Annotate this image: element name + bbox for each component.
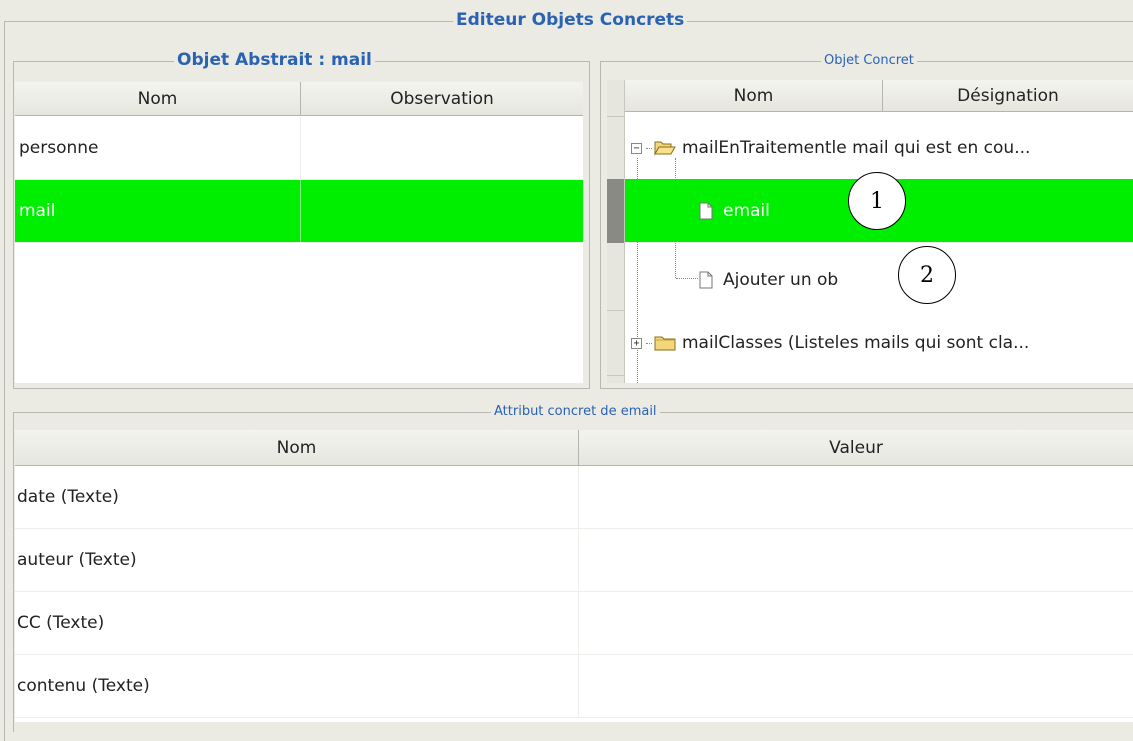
column-header-designation[interactable]: Désignation <box>883 80 1133 111</box>
table-row[interactable]: date (Texte) <box>15 466 1133 529</box>
concrete-table-header: Nom Désignation <box>625 80 1133 112</box>
cell-nom: personne <box>15 117 301 179</box>
cell-observation <box>301 117 583 179</box>
tree-node-add-object[interactable]: Ajouter un ob <box>699 265 838 295</box>
document-icon <box>699 271 713 289</box>
table-row-selected[interactable]: mail <box>15 180 583 243</box>
cell-nom: CC (Texte) <box>15 592 579 654</box>
column-header-valeur[interactable]: Valeur <box>579 430 1133 465</box>
abstract-panel-title: Objet Abstrait : mail <box>174 50 375 70</box>
tree-connector <box>676 278 698 279</box>
cell-valeur[interactable] <box>579 655 1133 717</box>
tree-connector <box>675 158 676 278</box>
cell-nom: date (Texte) <box>15 466 579 528</box>
tree-node-label: Ajouter un ob <box>723 270 839 290</box>
expander-minus-icon[interactable]: − <box>631 142 642 154</box>
callout-1: 1 <box>848 172 906 230</box>
callout-2: 2 <box>898 246 956 304</box>
cell-valeur[interactable] <box>579 466 1133 528</box>
tree-node-mailentraitement[interactable]: − mailEnTraitementle mail qui est en cou… <box>631 133 1030 163</box>
folder-open-icon <box>654 141 676 156</box>
cell-nom: auteur (Texte) <box>15 529 579 591</box>
cell-observation <box>301 180 583 242</box>
column-header-nom[interactable]: Nom <box>15 430 579 465</box>
cell-nom: mail <box>15 180 301 242</box>
column-header-observation[interactable]: Observation <box>301 82 583 115</box>
tree-node-email[interactable]: email <box>699 196 770 226</box>
attributes-panel-title: Attribut concret de email <box>491 402 660 422</box>
table-row[interactable]: CC (Texte) <box>15 592 1133 655</box>
attributes-table: Nom Valeur date (Texte) auteur (Texte) C… <box>15 430 1133 722</box>
folder-icon <box>654 336 676 351</box>
table-row[interactable]: contenu (Texte) <box>15 655 1133 718</box>
window-title: Editeur Objets Concrets <box>453 10 688 30</box>
tree-node-label: mailClasses (Listeles mails qui sont cla… <box>682 333 1030 353</box>
expander-plus-icon[interactable]: + <box>631 337 642 349</box>
tree-node-label: email <box>723 201 770 221</box>
column-header-nom[interactable]: Nom <box>15 82 301 115</box>
row-header-selected <box>607 179 624 243</box>
cell-valeur[interactable] <box>579 529 1133 591</box>
concrete-panel-title: Objet Concret <box>821 51 917 71</box>
table-row[interactable]: personne <box>15 117 583 180</box>
attributes-table-header: Nom Valeur <box>15 430 1133 466</box>
abstract-table-body: personne mail <box>15 117 583 383</box>
cell-nom: contenu (Texte) <box>15 655 579 717</box>
column-header-nom[interactable]: Nom <box>625 80 883 111</box>
concrete-tree-table: Nom Désignation − mailEnTraitementle mai… <box>607 80 1133 383</box>
cell-valeur[interactable] <box>579 592 1133 654</box>
tree-node-mailclasses[interactable]: + mailClasses (Listeles mails qui sont c… <box>631 328 1029 358</box>
abstract-table-header: Nom Observation <box>15 82 583 116</box>
table-row[interactable]: auteur (Texte) <box>15 529 1133 592</box>
document-icon <box>699 202 713 220</box>
tree-node-label: mailEnTraitementle mail qui est en cou..… <box>682 138 1031 158</box>
row-header-strip <box>607 80 625 383</box>
